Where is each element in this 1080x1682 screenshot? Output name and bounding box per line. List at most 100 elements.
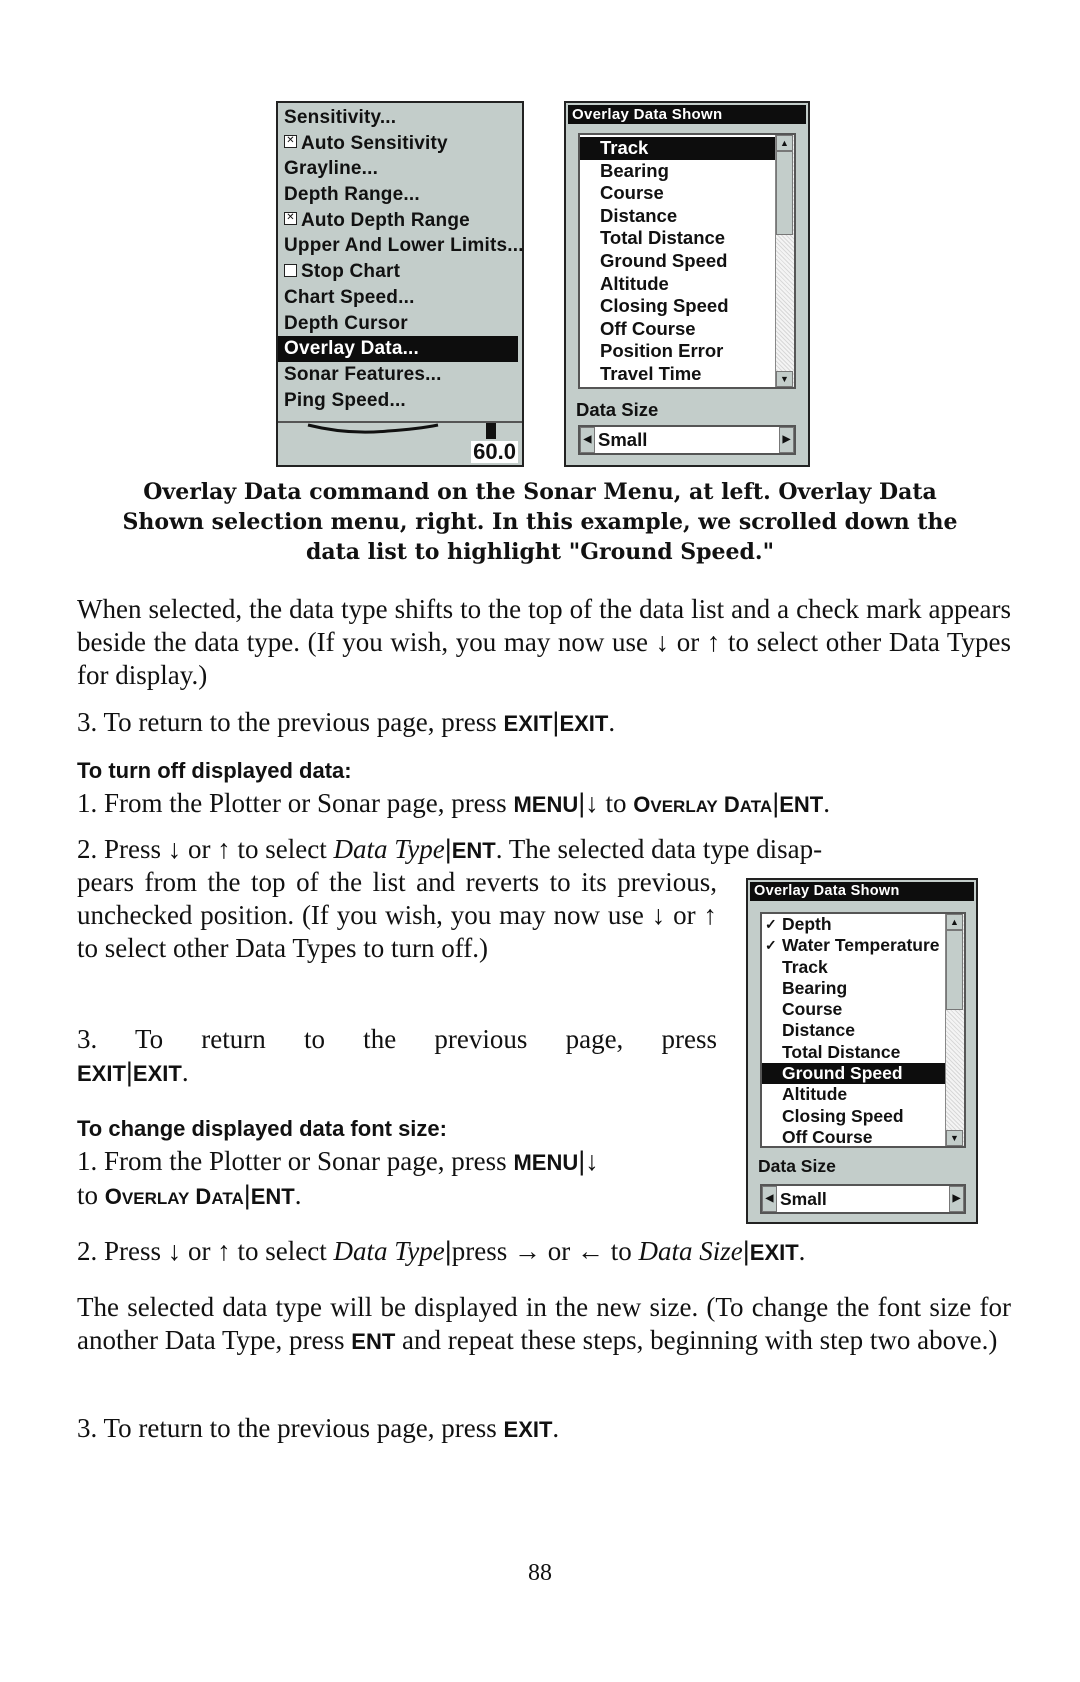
spin-right-button[interactable]: ▶ xyxy=(949,1186,964,1212)
menu-item[interactable]: Depth Cursor xyxy=(278,311,522,337)
checkbox-checked-icon[interactable]: ✕ xyxy=(284,212,297,226)
arrow-right-icon: → xyxy=(513,1236,541,1266)
overlay-data-list[interactable]: Track Bearing Course Distance Total Distance… xyxy=(578,133,796,389)
caption-line: Overlay Data command on the Sonar Menu, … xyxy=(143,479,937,505)
menu-item[interactable]: Grayline... xyxy=(278,156,522,182)
list-item-label: Altitude xyxy=(782,1084,848,1105)
list-item[interactable]: Course xyxy=(762,999,946,1020)
separator: | xyxy=(742,1236,750,1266)
step-3-return: 3. To return to the previous page, press… xyxy=(77,706,1011,740)
list-item[interactable]: Position Error xyxy=(580,340,776,363)
text: 2. Press xyxy=(77,834,162,864)
list-item[interactable]: Ground Speed xyxy=(580,250,776,273)
key-exit: EXIT xyxy=(132,1061,182,1086)
spin-left-button[interactable]: ◀ xyxy=(762,1186,777,1212)
list-item-label: Closing Speed xyxy=(600,295,729,317)
menu-item[interactable]: ✕ Auto Sensitivity xyxy=(278,131,522,157)
list-item-label: Bearing xyxy=(600,159,669,181)
heading-turn-off: To turn off displayed data: xyxy=(77,758,352,783)
depth-readout: 60.0 xyxy=(471,439,518,464)
data-size-spinner[interactable]: ◀ Small ▶ xyxy=(578,425,796,455)
list-item[interactable]: Travel Time xyxy=(580,363,776,386)
list-item[interactable]: Ground Speed xyxy=(762,1063,946,1085)
scrollbar[interactable]: ▲ ▼ xyxy=(775,135,794,387)
list-item[interactable]: Off Course xyxy=(762,1127,946,1146)
overlay-data-dialog-2: Overlay Data Shown ✓ Depth ✓ Water Temperat… xyxy=(746,878,978,1224)
list-item[interactable]: Bearing xyxy=(762,978,946,999)
heading-font-size: To change displayed data font size: xyxy=(77,1116,447,1141)
list-item-label: Distance xyxy=(600,204,678,226)
text: 1. From the Plotter or Sonar page, press xyxy=(77,1146,507,1176)
arrow-down-icon: ↓ xyxy=(651,900,666,930)
caption-line: Shown selection menu, right. In this exa… xyxy=(122,509,958,535)
menu-item[interactable]: Depth Range... xyxy=(278,182,522,208)
text: to select xyxy=(237,834,327,864)
scroll-thumb[interactable] xyxy=(946,930,963,1010)
final-paragraph: The selected data type will be displayed… xyxy=(77,1291,1011,1358)
scroll-up-button[interactable]: ▲ xyxy=(776,135,793,151)
scroll-down-button[interactable]: ▼ xyxy=(946,1130,963,1146)
key-exit: EXIT xyxy=(503,711,553,736)
text: 1. From the Plotter or Sonar page, press xyxy=(77,788,507,818)
scroll-thumb[interactable] xyxy=(776,151,793,235)
list-item[interactable]: Track xyxy=(762,957,946,978)
list-item[interactable]: Total Distance xyxy=(762,1042,946,1063)
list-item[interactable]: Distance xyxy=(580,205,776,228)
scrollbar[interactable]: ▲ ▼ xyxy=(945,914,964,1146)
list-item[interactable]: ✓ Depth xyxy=(762,914,946,935)
list-item[interactable]: Distance xyxy=(762,1020,946,1041)
list-item-label: Track xyxy=(782,956,828,977)
text: to select xyxy=(237,1236,327,1266)
list-item[interactable]: Closing Speed xyxy=(580,295,776,318)
list-item[interactable]: Bearing xyxy=(580,160,776,183)
list-item-label: Position Error xyxy=(600,340,724,362)
menu-item[interactable]: Upper And Lower Limits... xyxy=(278,233,524,259)
arrow-down-icon: ↓ xyxy=(585,1146,599,1176)
list-item[interactable]: Total Distance xyxy=(580,227,776,250)
spin-right-button[interactable]: ▶ xyxy=(779,427,794,453)
scroll-down-button[interactable]: ▼ xyxy=(776,371,793,387)
menu-item[interactable]: Stop Chart xyxy=(278,259,522,285)
menu-item[interactable]: Sonar Features... xyxy=(278,362,522,388)
figure-caption: Overlay Data command on the Sonar Menu, … xyxy=(60,477,1020,567)
menu-item[interactable]: Sensitivity... xyxy=(278,105,522,131)
list-item[interactable]: Track xyxy=(580,137,776,160)
list-item[interactable]: Off Course xyxy=(580,318,776,341)
list-item-label: Closing Speed xyxy=(782,1105,904,1126)
data-size-spinner[interactable]: ◀ Small ▶ xyxy=(760,1184,966,1214)
text: . xyxy=(608,707,616,737)
menu-item[interactable]: Overlay Data... xyxy=(278,336,518,362)
list-item-label: Bearing xyxy=(782,977,848,998)
text: or xyxy=(676,627,700,657)
off-step-3: 3. To return to the previous page, press xyxy=(77,1023,717,1056)
off-step-2-cont: pears from the top of the list and rever… xyxy=(77,866,717,965)
text: . xyxy=(552,1413,560,1443)
menu-item-label: Grayline... xyxy=(284,158,379,180)
data-size-value: Small xyxy=(780,1189,827,1209)
checkbox-unchecked-icon[interactable] xyxy=(284,263,297,277)
separator: | xyxy=(243,1180,251,1210)
text: or xyxy=(547,1236,571,1266)
text: to xyxy=(610,1236,632,1266)
overlay-data-list[interactable]: ✓ Depth ✓ Water Temperature Track Bearing Cour… xyxy=(760,912,966,1148)
list-item[interactable]: Altitude xyxy=(580,273,776,296)
checkbox-checked-icon[interactable]: ✕ xyxy=(284,135,297,149)
scroll-up-button[interactable]: ▲ xyxy=(946,914,963,930)
overlay-data-dialog-1: Overlay Data Shown Track Bearing Course Dis… xyxy=(564,101,810,467)
off-step-1: 1. From the Plotter or Sonar page, press… xyxy=(77,787,1011,823)
text: pears from the top of the list and rever… xyxy=(77,867,717,930)
list-item[interactable]: Closing Speed xyxy=(762,1106,946,1127)
menu-item[interactable]: Chart Speed... xyxy=(278,285,522,311)
spin-left-button[interactable]: ◀ xyxy=(580,427,595,453)
list-item[interactable]: Course xyxy=(580,182,776,205)
key-exit: EXIT xyxy=(749,1240,799,1265)
text: 2. Press xyxy=(77,1236,162,1266)
list-item-label: Altitude xyxy=(600,272,669,294)
menu-item[interactable]: ✕ Auto Depth Range xyxy=(278,208,522,234)
menu-item[interactable]: Ping Speed... xyxy=(278,388,522,414)
list-item[interactable]: ✓ Water Temperature xyxy=(762,935,946,956)
menu-item-label: Auto Depth Range xyxy=(301,209,470,231)
list-item[interactable]: Altitude xyxy=(762,1084,946,1105)
list-item-label: Track xyxy=(600,137,649,158)
text: . xyxy=(181,1057,189,1087)
